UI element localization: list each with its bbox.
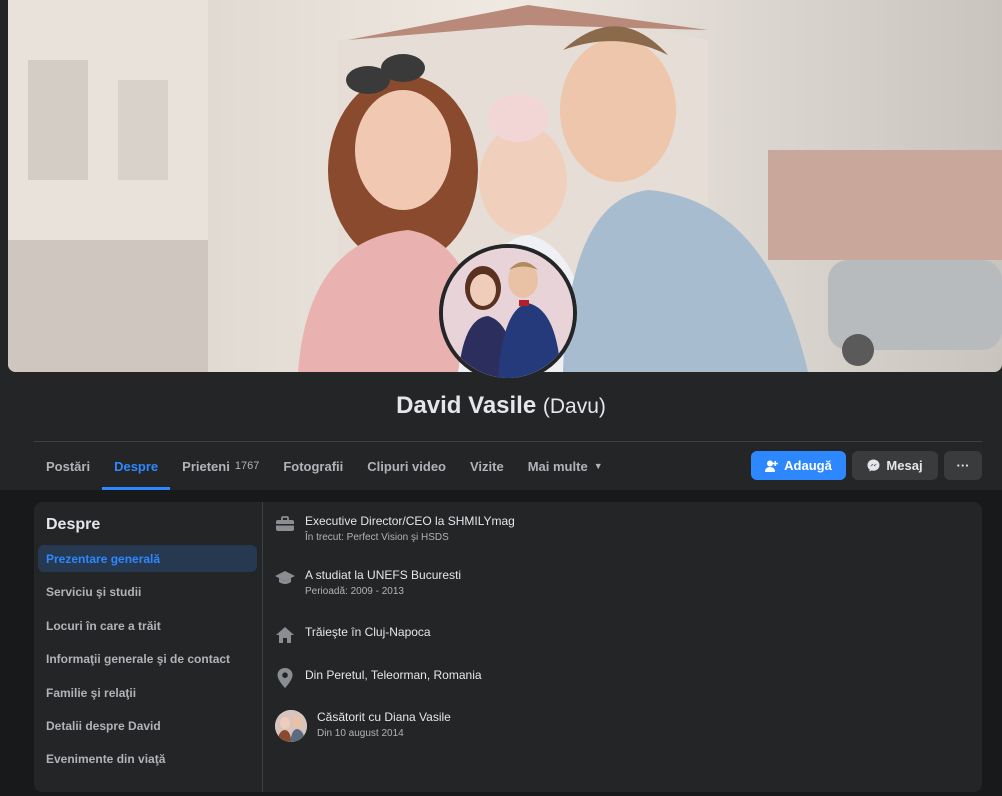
messenger-icon bbox=[867, 459, 880, 472]
tab-posts-label: Postări bbox=[46, 458, 91, 474]
about-menu-label: Locuri în care a trăit bbox=[46, 618, 161, 633]
about-menu-family[interactable]: Familie şi relaţii bbox=[38, 679, 257, 706]
tab-videos[interactable]: Clipuri video bbox=[355, 442, 458, 490]
about-item-education: A studiat la UNEFS Bucuresti Perioadă: 2… bbox=[275, 568, 461, 597]
about-sidebar: Despre Prezentare generală Serviciu şi s… bbox=[34, 502, 263, 792]
tab-more[interactable]: Mai multe ▼ bbox=[516, 442, 615, 490]
tab-about[interactable]: Despre bbox=[102, 442, 171, 490]
relationship-date: Din 10 august 2014 bbox=[317, 728, 404, 739]
location-pin-icon bbox=[275, 668, 295, 688]
add-friend-label: Adaugă bbox=[784, 458, 832, 473]
profile-picture[interactable] bbox=[439, 244, 577, 382]
caret-down-icon: ▼ bbox=[593, 461, 603, 471]
about-menu-label: Informaţii generale şi de contact bbox=[46, 651, 231, 666]
work-history: În trecut: Perfect Vision şi HSDS bbox=[305, 532, 449, 543]
profile-nickname: (Davu) bbox=[542, 395, 606, 418]
tab-more-label: Mai multe bbox=[527, 458, 588, 474]
hometown[interactable]: Din Peretul, Teleorman, Romania bbox=[305, 668, 482, 682]
about-menu-places-lived[interactable]: Locuri în care a trăit bbox=[38, 612, 257, 639]
work-title[interactable]: Executive Director/CEO la SHMILYmag bbox=[305, 514, 515, 528]
profile-name-heading: David Vasile (Davu) bbox=[0, 392, 1002, 420]
about-menu-overview[interactable]: Prezentare generală bbox=[38, 545, 257, 572]
about-menu-work-education[interactable]: Serviciu şi studii bbox=[38, 578, 257, 605]
about-menu-details[interactable]: Detalii despre David bbox=[38, 712, 257, 739]
message-label: Mesaj bbox=[886, 458, 923, 473]
relationship-status[interactable]: Căsătorit cu Diana Vasile bbox=[317, 710, 451, 724]
about-menu-label: Familie şi relaţii bbox=[46, 685, 137, 700]
about-menu-label: Prezentare generală bbox=[46, 551, 161, 566]
education-period: Perioadă: 2009 - 2013 bbox=[305, 586, 404, 597]
tab-posts[interactable]: Postări bbox=[34, 442, 102, 490]
profile-actions: Adaugă Mesaj ··· bbox=[751, 451, 982, 480]
tab-videos-label: Clipuri video bbox=[367, 458, 446, 474]
graduation-cap-icon bbox=[275, 568, 295, 588]
about-menu-label: Serviciu şi studii bbox=[46, 584, 142, 599]
add-friend-icon bbox=[765, 460, 778, 472]
more-options-button[interactable]: ··· bbox=[944, 451, 982, 480]
tab-photos[interactable]: Fotografii bbox=[271, 442, 355, 490]
about-menu-label: Detalii despre David bbox=[46, 718, 161, 733]
about-item-hometown: Din Peretul, Teleorman, Romania bbox=[275, 668, 482, 688]
tab-photos-label: Fotografii bbox=[283, 458, 344, 474]
friends-count: 1767 bbox=[234, 460, 260, 472]
about-item-current-city: Trăieşte în Cluj-Napoca bbox=[275, 625, 431, 645]
about-menu-contact-info[interactable]: Informaţii generale şi de contact bbox=[38, 645, 257, 672]
profile-name: David Vasile bbox=[396, 392, 537, 419]
home-icon bbox=[275, 625, 295, 645]
about-item-work: Executive Director/CEO la SHMILYmag În t… bbox=[275, 514, 515, 543]
about-menu-life-events[interactable]: Evenimente din viaţă bbox=[38, 745, 257, 772]
briefcase-icon bbox=[275, 514, 295, 534]
current-city[interactable]: Trăieşte în Cluj-Napoca bbox=[305, 625, 431, 639]
about-item-relationship: Căsătorit cu Diana Vasile Din 10 august … bbox=[275, 710, 451, 742]
add-friend-button[interactable]: Adaugă bbox=[751, 451, 846, 480]
tab-about-label: Despre bbox=[114, 458, 159, 474]
spouse-avatar[interactable] bbox=[275, 710, 307, 742]
tab-friends-label: Prieteni bbox=[182, 458, 230, 474]
profile-tabs: Postări Despre Prieteni 1767 Fotografii C… bbox=[34, 442, 615, 490]
tab-checkins[interactable]: Vizite bbox=[458, 442, 516, 490]
more-options-icon: ··· bbox=[956, 458, 970, 473]
message-button[interactable]: Mesaj bbox=[852, 451, 938, 480]
tab-checkins-label: Vizite bbox=[470, 458, 504, 474]
about-title: Despre bbox=[46, 516, 101, 533]
about-panel: Despre Prezentare generală Serviciu şi s… bbox=[34, 502, 982, 792]
education-title[interactable]: A studiat la UNEFS Bucuresti bbox=[305, 568, 461, 582]
about-menu-label: Evenimente din viaţă bbox=[46, 751, 166, 766]
tab-friends[interactable]: Prieteni 1767 bbox=[170, 442, 271, 490]
